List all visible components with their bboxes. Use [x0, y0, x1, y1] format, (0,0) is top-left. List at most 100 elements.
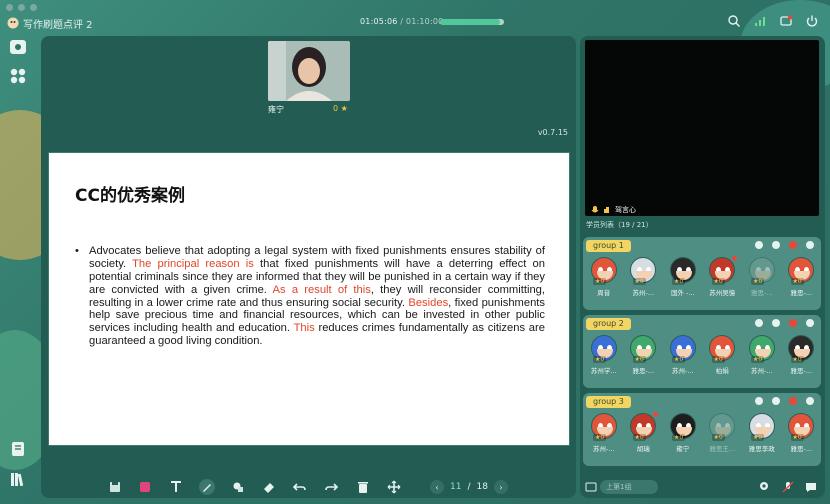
- student-name: 苏州-...: [592, 445, 615, 453]
- student-item[interactable]: ★0 苏州-...: [625, 257, 663, 297]
- student-item[interactable]: ★0 雅思-...: [743, 257, 781, 297]
- student-item[interactable]: ★0 苏州吴憶: [704, 256, 742, 297]
- chat-icon[interactable]: [585, 481, 597, 493]
- score-value: 0: [679, 434, 684, 441]
- group-actions: [754, 396, 815, 406]
- location-icon[interactable]: [757, 480, 771, 494]
- delete-icon[interactable]: [355, 479, 371, 495]
- score-value: 0: [718, 434, 723, 441]
- student-name: 苏州吴憶: [709, 289, 736, 297]
- mute-all-icon[interactable]: [781, 480, 795, 494]
- undo-icon[interactable]: [292, 479, 308, 495]
- library-icon[interactable]: [9, 470, 27, 488]
- student-item[interactable]: ★0 国外 -...: [664, 257, 702, 297]
- maximize-window-button[interactable]: [30, 4, 37, 11]
- group-mute-icon[interactable]: [788, 240, 798, 250]
- teacher-stars-value: 0: [333, 104, 339, 113]
- notification-badge: [732, 256, 737, 261]
- group-chat-icon[interactable]: [754, 396, 764, 406]
- student-score: ★0: [751, 278, 765, 285]
- pen-tool-icon[interactable]: [199, 479, 215, 495]
- student-item[interactable]: ★0 雍宁: [664, 413, 702, 453]
- student-item[interactable]: ★0 雅思-...: [783, 335, 821, 375]
- minimize-window-button[interactable]: [18, 4, 25, 11]
- group-award-icon[interactable]: [771, 240, 781, 250]
- student-item[interactable]: ★0 柏娟: [704, 335, 742, 375]
- group-star-icon[interactable]: [805, 396, 815, 406]
- color-picker-icon[interactable]: [137, 479, 153, 495]
- hand-icon: [604, 207, 609, 213]
- student-score: ★0: [593, 278, 607, 285]
- student-score: ★0: [672, 356, 686, 363]
- next-page-button[interactable]: ›: [493, 480, 508, 494]
- message-icon[interactable]: [804, 480, 818, 494]
- group-input[interactable]: 上第1组: [600, 480, 658, 494]
- student-item[interactable]: ★0 苏州学...: [585, 335, 623, 375]
- student-score: ★0: [711, 356, 725, 363]
- courseware-slide[interactable]: CC的优秀案例 • Advocates believe that adoptin…: [48, 152, 570, 446]
- signal-icon[interactable]: [753, 14, 767, 28]
- group-card[interactable]: group 1 ★0 周音 ★0 苏州-... ★0 国外 -... ★0 苏州吴憶 ★0 雅思-.…: [583, 237, 821, 310]
- student-list: ★0 苏州-... ★0 胡瑞 ★0 雍宁 ★0 雅思王... ★0 雅思李政 ★0 雅思-...: [583, 412, 821, 453]
- student-item[interactable]: ★0 苏州-...: [743, 335, 781, 375]
- apps-icon[interactable]: [9, 67, 27, 85]
- save-icon[interactable]: [107, 479, 123, 495]
- student-score: ★0: [751, 356, 765, 363]
- class-progress-bar: [440, 19, 504, 25]
- group-chat-icon[interactable]: [754, 318, 764, 328]
- student-item[interactable]: ★0 雅思-...: [625, 335, 663, 375]
- group-star-icon[interactable]: [805, 318, 815, 328]
- elapsed-time: 01:05:06: [360, 17, 398, 26]
- camera-icon[interactable]: [9, 38, 27, 56]
- student-item[interactable]: ★0 周音: [585, 257, 623, 297]
- group-card[interactable]: group 3 ★0 苏州-... ★0 胡瑞 ★0 雍宁 ★0 雅思王... ★0 雅思李政 ★0 雅…: [583, 393, 821, 466]
- shape-tool-icon[interactable]: [230, 479, 246, 495]
- total-pages: 18: [476, 482, 488, 492]
- window-controls[interactable]: [6, 4, 37, 11]
- group-star-icon[interactable]: [805, 240, 815, 250]
- courseware-icon[interactable]: [9, 440, 27, 458]
- student-score: ★0: [632, 356, 646, 363]
- bullet-point: •: [75, 245, 79, 257]
- group-award-icon[interactable]: [771, 396, 781, 406]
- record-icon[interactable]: [779, 14, 793, 28]
- score-value: 0: [600, 278, 605, 285]
- score-value: 0: [639, 356, 644, 363]
- redo-icon[interactable]: [323, 479, 339, 495]
- slide-text: Advocates believe that adopting a legal …: [89, 245, 545, 348]
- group-award-icon[interactable]: [771, 318, 781, 328]
- student-item[interactable]: ★0 雅思王...: [704, 413, 742, 453]
- title-bar: 写作刷题点评 2 01:05:06 / 01:10:00: [0, 0, 830, 36]
- move-icon[interactable]: [386, 479, 402, 495]
- group-card[interactable]: group 2 ★0 苏州学... ★0 雅思-... ★0 苏州-... ★0 柏娟 ★0 苏州-…: [583, 315, 821, 388]
- exit-icon[interactable]: [805, 14, 819, 28]
- teacher-video: [268, 41, 350, 101]
- score-value: 0: [679, 278, 684, 285]
- student-item[interactable]: ★0 胡瑞: [625, 412, 663, 453]
- score-value: 0: [758, 356, 763, 363]
- eraser-icon[interactable]: [261, 479, 277, 495]
- student-name: 苏州学...: [590, 367, 617, 375]
- text-tool-icon[interactable]: [168, 479, 184, 495]
- group-mute-icon[interactable]: [788, 396, 798, 406]
- group-mute-icon[interactable]: [788, 318, 798, 328]
- class-timer: 01:05:06 / 01:10:00: [360, 17, 444, 26]
- student-item[interactable]: ★0 雅思李政: [743, 413, 781, 453]
- student-score: ★0: [711, 278, 725, 285]
- prev-page-button[interactable]: ‹: [430, 480, 444, 494]
- student-score: ★0: [790, 434, 804, 441]
- score-value: 0: [600, 434, 605, 441]
- search-icon[interactable]: [727, 14, 741, 28]
- teacher-star-count: 0 ★: [333, 104, 348, 113]
- student-item[interactable]: ★0 雅思-...: [783, 413, 821, 453]
- student-item[interactable]: ★0 苏州-...: [664, 335, 702, 375]
- highlighted-phrase: As a result of this: [272, 283, 371, 296]
- close-window-button[interactable]: [6, 4, 13, 11]
- student-item[interactable]: ★0 苏州-...: [585, 413, 623, 453]
- score-value: 0: [797, 278, 802, 285]
- group-chat-icon[interactable]: [754, 240, 764, 250]
- student-name: 柏娟: [715, 367, 729, 375]
- score-value: 0: [797, 356, 802, 363]
- student-name: 雅思-...: [632, 367, 655, 375]
- student-item[interactable]: ★0 雅思-...: [783, 257, 821, 297]
